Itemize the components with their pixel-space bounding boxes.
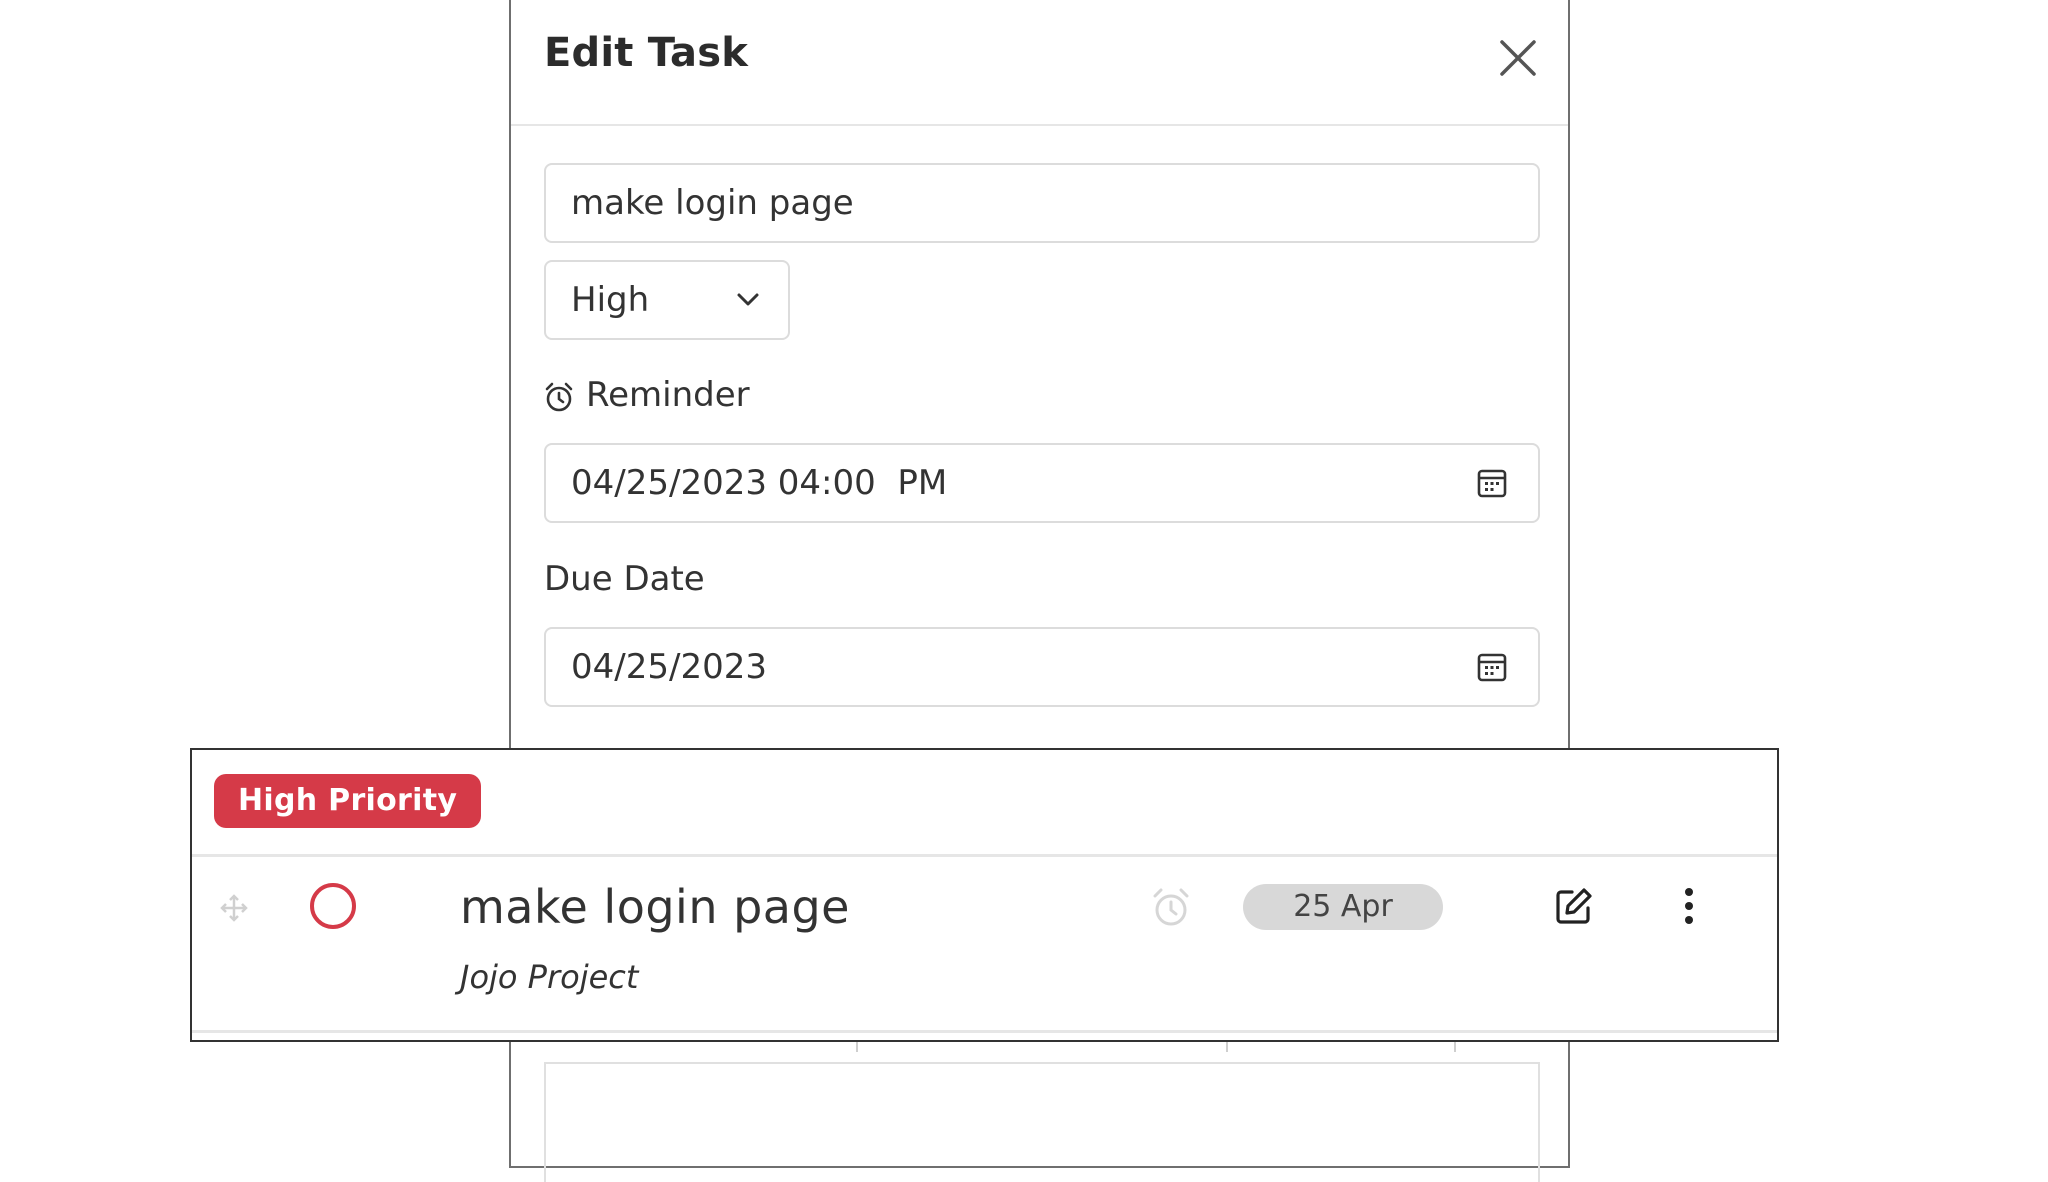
reminder-datetime-input[interactable]: 04/25/2023 04:00 PM <box>544 443 1540 523</box>
priority-badge: High Priority <box>214 774 482 828</box>
card-divider <box>192 854 1777 857</box>
task-name-value: make login page <box>571 183 854 223</box>
due-date-chip: 25 Apr <box>1243 884 1443 930</box>
priority-selected-value: High <box>571 280 650 320</box>
alarm-clock-icon <box>545 382 573 412</box>
task-project: Jojo Project <box>460 958 639 996</box>
modal-title: Edit Task <box>544 30 749 76</box>
edit-icon[interactable] <box>1554 886 1594 926</box>
calendar-icon[interactable] <box>1477 652 1507 682</box>
card-bottom-border <box>192 1030 1777 1033</box>
modal-header: Edit Task <box>511 0 1568 126</box>
task-name-input[interactable]: make login page <box>544 163 1540 243</box>
due-date-input[interactable]: 04/25/2023 <box>544 627 1540 707</box>
more-vertical-icon[interactable] <box>1683 887 1695 925</box>
alarm-clock-icon[interactable] <box>1151 886 1191 928</box>
task-title: make login page <box>460 880 850 934</box>
drag-handle-icon[interactable] <box>219 893 249 923</box>
priority-select[interactable]: High <box>544 260 790 340</box>
complete-circle-icon[interactable] <box>310 883 356 929</box>
reminder-label: Reminder <box>586 375 750 415</box>
calendar-icon[interactable] <box>1477 468 1507 498</box>
reminder-value: 04/25/2023 04:00 PM <box>571 463 948 503</box>
due-date-value: 04/25/2023 <box>571 647 767 687</box>
task-card: High Priority make login page Jojo Proje… <box>190 748 1779 1042</box>
close-icon[interactable] <box>1499 39 1537 77</box>
table-fragment <box>544 1062 1540 1182</box>
due-date-label: Due Date <box>544 559 705 599</box>
chevron-down-icon <box>737 293 759 306</box>
